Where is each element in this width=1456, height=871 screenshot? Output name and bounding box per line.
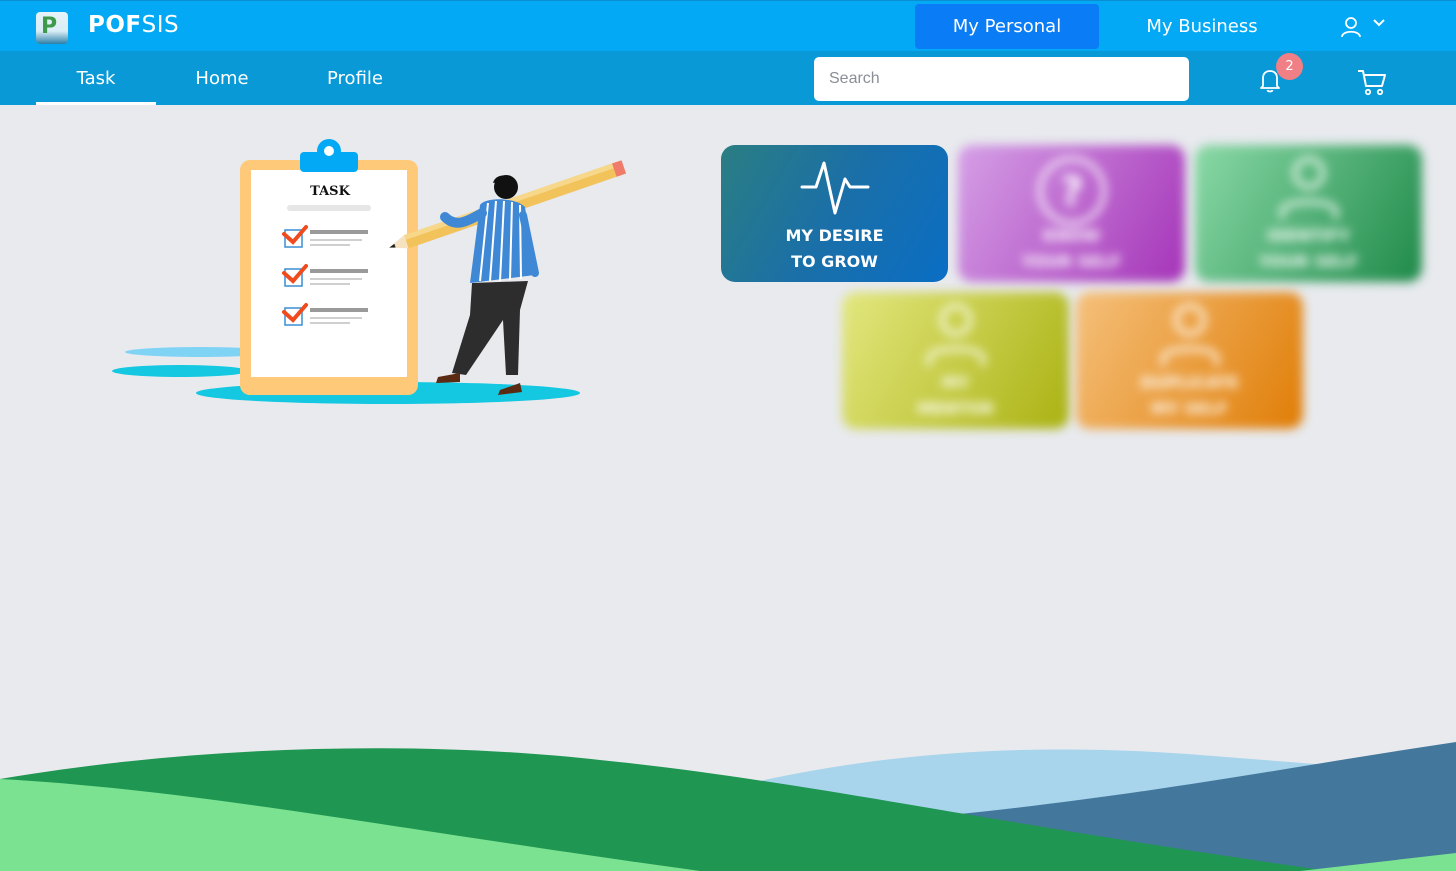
person-icon [1279, 157, 1338, 219]
person-icon [926, 304, 985, 366]
tile-identify-your-self[interactable]: IDENTIFY YOUR SELF [1195, 145, 1422, 282]
app-logo[interactable]: P [36, 12, 68, 44]
tab-task[interactable]: Task [36, 51, 156, 105]
tile-my-mentor[interactable]: MY MENTOR [842, 292, 1069, 429]
brand-name: POFSIS [88, 12, 179, 38]
tab-profile[interactable]: Profile [305, 51, 405, 105]
user-icon [1341, 17, 1361, 38]
brand-bold: POF [88, 12, 142, 38]
tile-label-line1: MY [941, 373, 970, 392]
tile-label-line1: IDENTIFY [1267, 226, 1350, 245]
pulse-icon [800, 161, 869, 215]
tile-label-line2: TO GROW [791, 252, 878, 271]
task-illustration: TASK [112, 139, 627, 404]
svg-text:?: ? [1060, 169, 1083, 215]
cart-icon[interactable] [1356, 67, 1388, 97]
tile-label-line1: MY DESIRE [785, 226, 884, 245]
my-business-button[interactable]: My Business [1110, 4, 1294, 49]
background-hills [0, 742, 1456, 871]
person-icon [1160, 304, 1219, 366]
question-icon: ? [1037, 157, 1106, 225]
nav-bar: Task Home Profile 2 [0, 51, 1456, 105]
top-bar: P POFSIS My Personal My Business [0, 0, 1456, 51]
tile-know-your-self[interactable]: ? KNOW YOUR SELF [958, 145, 1185, 282]
tab-home[interactable]: Home [172, 51, 272, 105]
tile-label-line2: MENTOR [916, 399, 995, 418]
user-menu-button[interactable] [1340, 15, 1388, 39]
my-personal-button[interactable]: My Personal [915, 4, 1099, 49]
search-input[interactable] [814, 57, 1189, 101]
tile-label-line1: DUPLICATE [1140, 373, 1239, 392]
tile-duplicate-my-self[interactable]: DUPLICATE MY SELF [1076, 292, 1303, 429]
tile-label-line2: YOUR SELF [1258, 252, 1359, 271]
tile-my-desire-to-grow[interactable]: MY DESIRE TO GROW [721, 145, 948, 282]
tile-label-line2: MY SELF [1151, 399, 1228, 418]
tile-label-line2: YOUR SELF [1021, 252, 1122, 271]
notification-badge: 2 [1276, 53, 1303, 80]
chevron-down-icon [1373, 19, 1385, 27]
clipboard-title: TASK [310, 184, 350, 199]
brand-light: SIS [141, 12, 180, 38]
